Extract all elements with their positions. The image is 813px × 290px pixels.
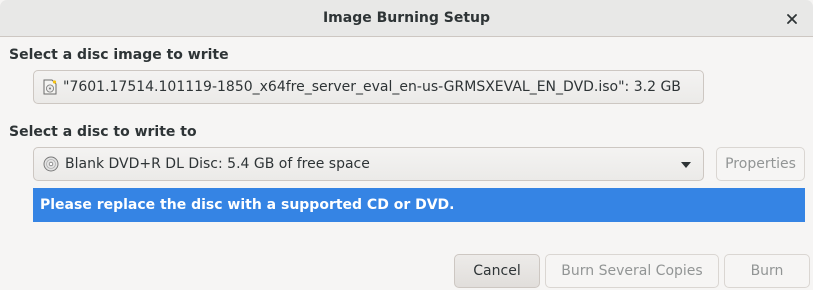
chevron-down-icon — [681, 162, 691, 168]
image-section-label: Select a disc image to write — [9, 47, 229, 63]
cancel-button[interactable]: Cancel — [454, 254, 540, 288]
selected-disc-label: Blank DVD+R DL Disc: 5.4 GB of free spac… — [65, 156, 370, 172]
disc-image-file-icon — [43, 79, 57, 95]
info-bar: Please replace the disc with a supported… — [33, 188, 805, 222]
disc-section-label: Select a disc to write to — [9, 124, 197, 140]
title-bar: Image Burning Setup — [0, 0, 813, 37]
disc-image-file-chooser[interactable]: "7601.17514.101119-1850_x64fre_server_ev… — [33, 70, 704, 104]
optical-disc-icon — [43, 156, 59, 172]
disc-image-file-name: "7601.17514.101119-1850_x64fre_server_ev… — [63, 79, 681, 95]
burn-several-copies-button[interactable]: Burn Several Copies — [545, 254, 719, 288]
close-icon — [787, 14, 797, 24]
close-button[interactable] — [781, 8, 803, 30]
dialog-title: Image Burning Setup — [322, 10, 491, 26]
properties-button[interactable]: Properties — [716, 147, 805, 181]
info-bar-message: Please replace the disc with a supported… — [40, 197, 455, 213]
burn-button[interactable]: Burn — [724, 254, 810, 288]
disc-selector-dropdown[interactable]: Blank DVD+R DL Disc: 5.4 GB of free spac… — [33, 147, 704, 181]
